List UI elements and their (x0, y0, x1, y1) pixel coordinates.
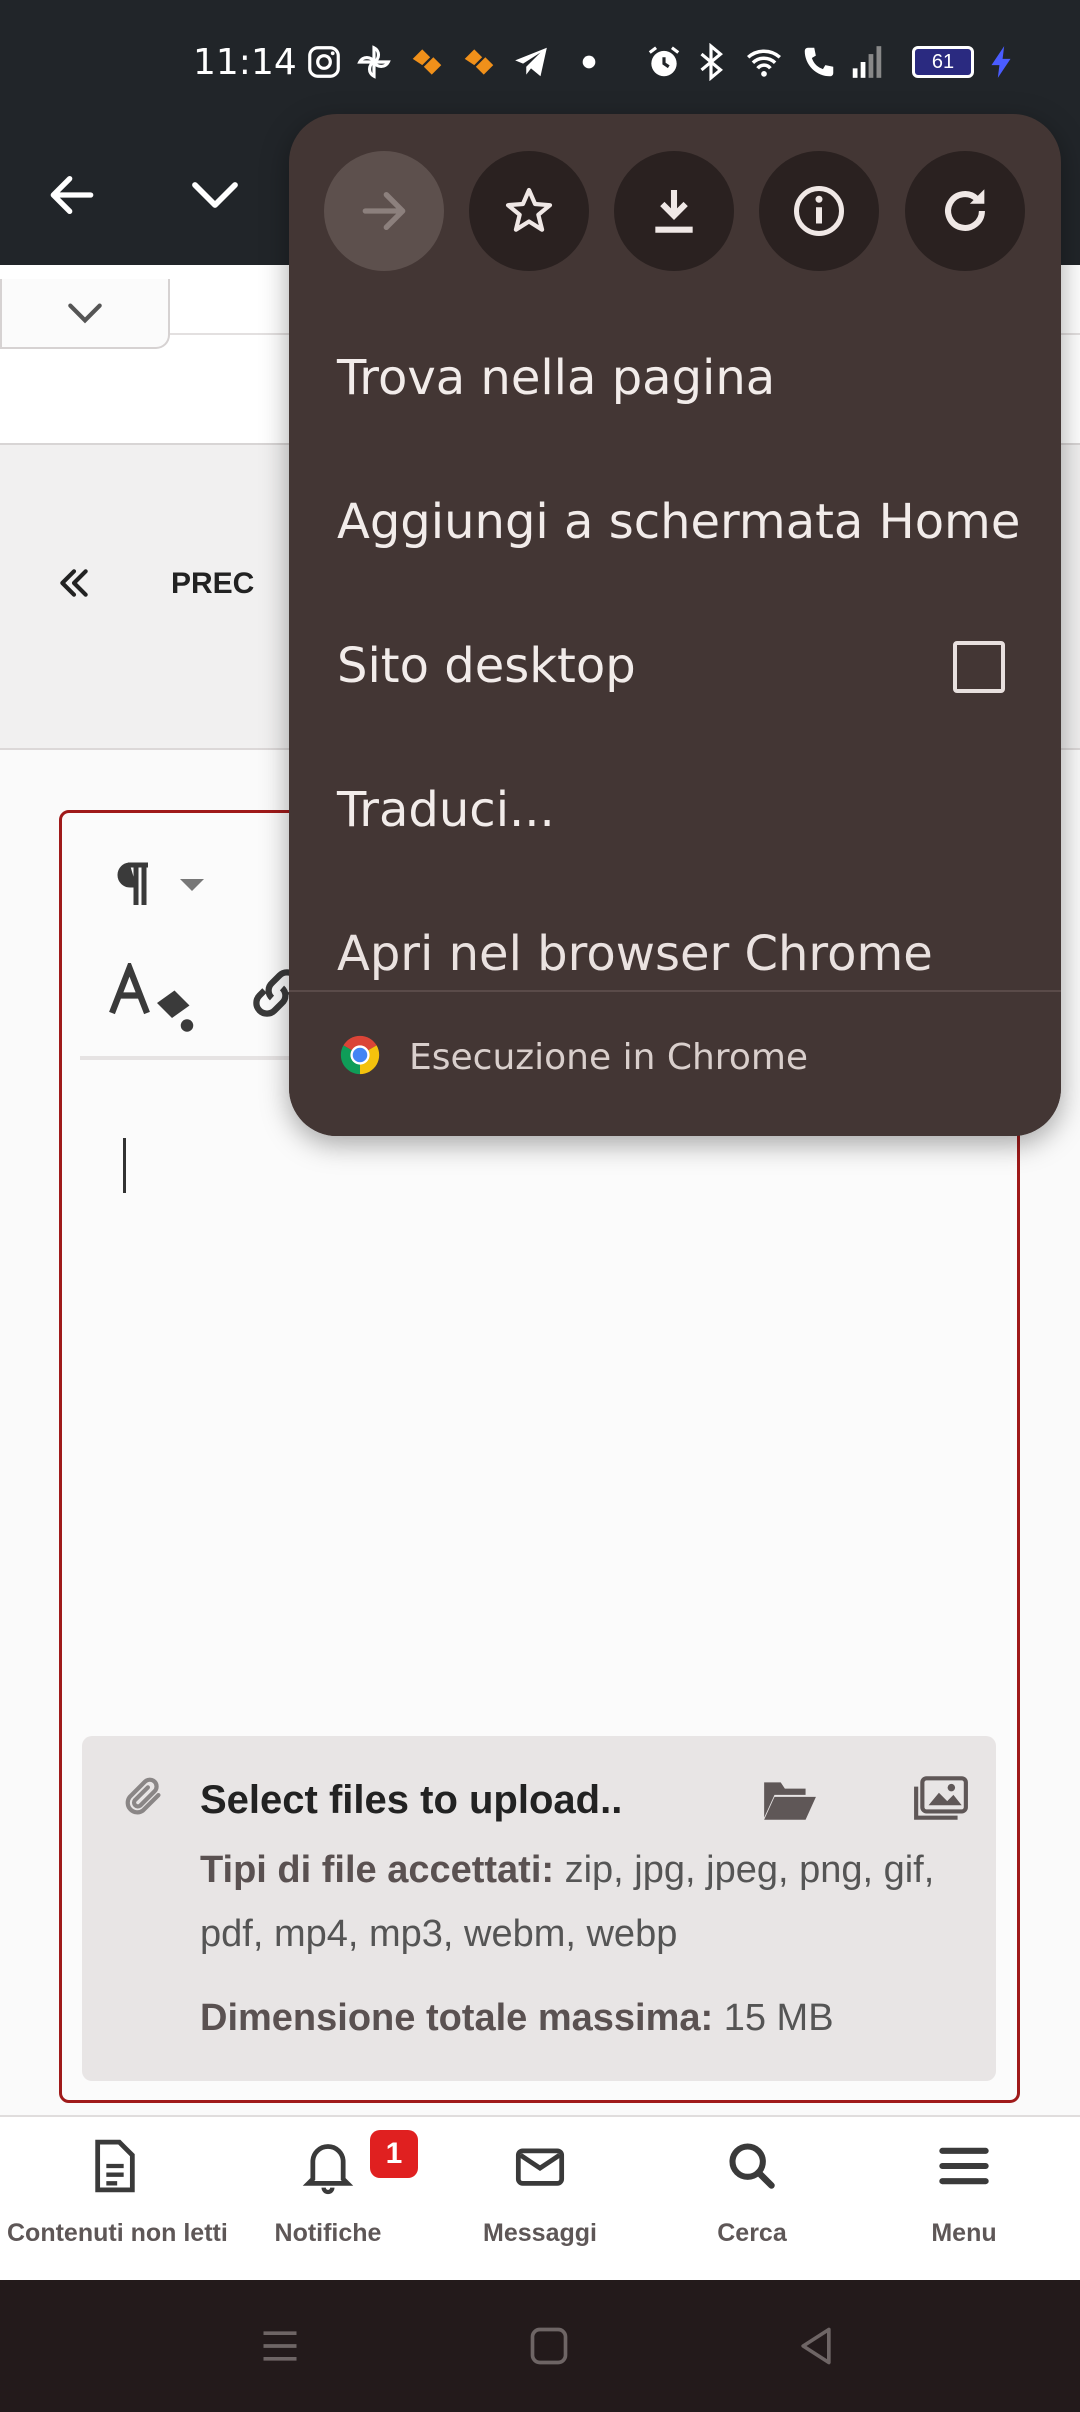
back-arrow-icon[interactable] (22, 145, 122, 245)
menu-footer: Esecuzione in Chrome (289, 992, 1061, 1136)
menu-find-in-page[interactable]: Trova nella pagina (337, 350, 775, 406)
search-icon (729, 2143, 775, 2189)
max-size-value: 15 MB (713, 1997, 834, 2039)
image-gallery-icon[interactable] (912, 1774, 970, 1824)
nav-label: Messaggi (483, 2219, 597, 2247)
forward-button[interactable] (324, 151, 444, 271)
download-button[interactable] (614, 151, 734, 271)
browser-overflow-menu: Trova nella pagina Aggiungi a schermata … (289, 114, 1061, 1136)
telegram-icon (515, 47, 547, 77)
accepted-file-types: Tipi di file accettati: zip, jpg, jpeg, … (200, 1838, 990, 1966)
folder-open-icon[interactable] (760, 1774, 818, 1824)
accepted-types-label: Tipi di file accettati: (200, 1849, 555, 1891)
nav-label: Menu (931, 2219, 997, 2247)
document-icon (95, 2139, 135, 2193)
instagram-icon (308, 46, 340, 78)
app-heart-icon (412, 49, 442, 75)
chevron-down-icon (68, 303, 102, 324)
recent-apps-icon[interactable] (258, 2324, 302, 2368)
chevron-down-icon[interactable] (165, 145, 265, 245)
download-icon (655, 190, 693, 233)
nav-menu[interactable]: Menu (856, 2117, 1072, 2282)
charging-icon (991, 46, 1011, 78)
status-time: 11:14 (193, 42, 297, 83)
chrome-logo-icon (340, 1035, 380, 1075)
bookmark-button[interactable] (469, 151, 589, 271)
envelope-icon (515, 2148, 565, 2186)
info-icon (794, 186, 844, 236)
system-navigation-bar (0, 2280, 1080, 2412)
file-upload-area[interactable]: Select files to upload.. Tipi di file ac… (82, 1736, 996, 2081)
bluetooth-icon (700, 43, 723, 81)
battery-level: 61 (931, 51, 955, 73)
nav-label: Contenuti non letti (7, 2219, 228, 2247)
text-color-icon[interactable] (107, 963, 197, 1033)
running-in-chrome-label: Esecuzione in Chrome (409, 1037, 809, 1078)
paragraph-icon[interactable] (112, 861, 152, 909)
collapse-tab[interactable] (0, 279, 170, 349)
menu-desktop-site[interactable]: Sito desktop (337, 638, 636, 694)
page-info-button[interactable] (759, 151, 879, 271)
reload-button[interactable] (905, 151, 1025, 271)
battery-icon: 61 (912, 46, 974, 78)
star-icon (505, 187, 553, 232)
call-icon (804, 47, 834, 77)
hamburger-icon (939, 2147, 989, 2185)
nav-label: Notifiche (274, 2219, 382, 2247)
desktop-site-checkbox[interactable] (953, 641, 1005, 693)
nav-search[interactable]: Cerca (644, 2117, 860, 2282)
menu-add-to-home[interactable]: Aggiungi a schermata Home (337, 494, 1020, 550)
dot-icon (582, 55, 596, 69)
pinwheel-icon (357, 45, 391, 79)
status-bar: 11:14 61 (0, 0, 1080, 125)
refresh-icon (945, 189, 985, 231)
forward-arrow-icon (362, 191, 406, 231)
bell-icon (302, 2144, 354, 2195)
alarm-icon (648, 46, 680, 77)
menu-open-in-chrome[interactable]: Apri nel browser Chrome (337, 926, 933, 982)
nav-unread-content[interactable]: Contenuti non letti (7, 2117, 228, 2282)
text-caret (123, 1138, 126, 1193)
notification-badge: 1 (370, 2130, 418, 2178)
home-icon[interactable] (527, 2324, 571, 2368)
max-total-size: Dimensione totale massima: 15 MB (200, 1986, 834, 2050)
wifi-icon (747, 49, 781, 77)
upload-title[interactable]: Select files to upload.. (200, 1778, 622, 1823)
prev-page-link[interactable]: PREC (171, 567, 254, 601)
menu-translate[interactable]: Traduci... (337, 782, 555, 838)
signal-icon (852, 46, 882, 78)
nav-label: Cerca (717, 2219, 787, 2247)
app-heart-icon (464, 49, 494, 75)
max-size-label: Dimensione totale massima: (200, 1997, 714, 2039)
double-chevron-left-icon[interactable] (54, 563, 94, 603)
nav-messages[interactable]: Messaggi (432, 2117, 648, 2282)
paperclip-icon (125, 1777, 161, 1815)
back-icon[interactable] (794, 2324, 838, 2368)
caret-down-icon[interactable] (177, 875, 207, 895)
bottom-navigation: Contenuti non letti Notifiche Messaggi C… (0, 2115, 1080, 2280)
